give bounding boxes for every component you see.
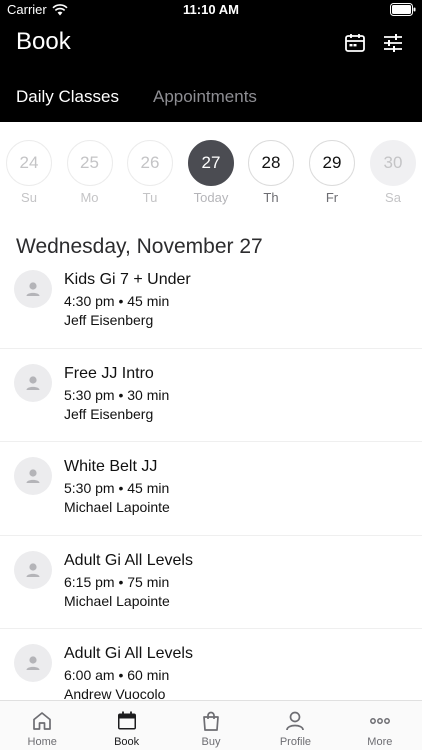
person-placeholder-icon <box>26 469 40 483</box>
app-header: Carrier 11:10 AM Book Daily Classes Appo… <box>0 0 422 122</box>
list-item[interactable]: Free JJ Intro 5:30 pm • 30 min Jeff Eise… <box>0 349 422 442</box>
tab-bar-book[interactable]: Book <box>84 701 168 750</box>
class-instructor: Jeff Eisenberg <box>64 312 154 328</box>
tab-bar-label: Buy <box>201 736 221 748</box>
home-icon <box>33 712 52 730</box>
class-name: Adult Gi All Levels <box>64 645 193 662</box>
class-list: Kids Gi 7 + Under 4:30 pm • 45 min Jeff … <box>0 255 422 723</box>
day-number: 29 <box>309 140 355 186</box>
avatar <box>14 270 52 308</box>
tab-bar-label: Profile <box>279 736 312 748</box>
calendar-icon <box>117 711 136 730</box>
day-saturday[interactable]: 30 Sa <box>369 140 417 205</box>
more-dots-icon <box>369 718 390 724</box>
class-name: Kids Gi 7 + Under <box>64 271 191 288</box>
avatar <box>14 644 52 682</box>
person-icon <box>286 711 305 731</box>
segment-tabs: Daily Classes Appointments <box>16 87 257 107</box>
date-strip: 24 Su 25 Mo 26 Tu 27 Today 28 Th 29 Fr 3… <box>0 140 422 210</box>
day-number: 25 <box>66 140 113 186</box>
class-time: 4:30 pm • 45 min <box>64 293 170 309</box>
person-placeholder-icon <box>26 282 40 296</box>
tab-daily-classes[interactable]: Daily Classes <box>16 87 119 107</box>
class-time: 6:15 pm • 75 min <box>64 573 170 590</box>
tab-bar-label: Home <box>27 736 57 748</box>
day-friday[interactable]: 29 Fr <box>308 140 356 205</box>
bottom-tab-bar: Home Book Buy Profile More <box>0 700 422 750</box>
status-bar: Carrier 11:10 AM <box>0 0 422 20</box>
day-label: Fr <box>325 190 339 205</box>
class-instructor: Michael Lapointe <box>64 592 170 609</box>
header-actions <box>344 32 404 54</box>
tab-appointments[interactable]: Appointments <box>153 87 257 107</box>
tab-bar-profile[interactable]: Profile <box>253 701 337 750</box>
class-instructor: Michael Lapointe <box>64 499 170 515</box>
day-thursday[interactable]: 28 Th <box>247 140 295 205</box>
class-name: Adult Gi All Levels <box>64 551 193 569</box>
day-number: 24 <box>6 140 52 186</box>
avatar <box>14 550 52 589</box>
day-label: Tu <box>142 190 158 205</box>
day-number: 26 <box>127 140 173 186</box>
person-placeholder-icon <box>26 562 40 577</box>
day-sunday[interactable]: 24 Su <box>5 140 53 205</box>
class-instructor: Jeff Eisenberg <box>64 405 154 422</box>
tab-bar-label: More <box>367 736 393 748</box>
day-monday[interactable]: 25 Mo <box>66 140 114 205</box>
day-label: Today <box>193 190 229 205</box>
avatar <box>14 363 52 402</box>
day-tuesday[interactable]: 26 Tu <box>126 140 174 205</box>
status-clock: 11:10 AM <box>183 2 239 17</box>
day-number: 28 <box>248 140 294 186</box>
day-label: Th <box>263 190 279 205</box>
tab-bar-buy[interactable]: Buy <box>169 701 253 750</box>
day-label: Sa <box>385 190 401 205</box>
page-title: Book <box>16 28 71 55</box>
shopping-bag-icon <box>203 711 219 731</box>
list-item[interactable]: Adult Gi All Levels 6:15 pm • 75 min Mic… <box>0 536 422 629</box>
list-item[interactable]: Kids Gi 7 + Under 4:30 pm • 45 min Jeff … <box>0 255 422 349</box>
list-item[interactable]: White Belt JJ 5:30 pm • 45 min Michael L… <box>0 442 422 536</box>
class-name: White Belt JJ <box>64 458 158 475</box>
day-label: Mo <box>80 190 99 205</box>
class-time: 5:30 pm • 30 min <box>64 386 170 403</box>
battery-icon <box>390 3 416 16</box>
class-name: Free JJ Intro <box>64 364 154 382</box>
day-number: 30 <box>370 140 416 186</box>
day-number: 27 <box>188 140 234 186</box>
person-placeholder-icon <box>26 375 40 390</box>
avatar <box>14 457 52 495</box>
class-time: 5:30 pm • 45 min <box>64 480 170 496</box>
day-label: Su <box>21 190 37 205</box>
filter-sliders-icon[interactable] <box>382 32 404 54</box>
tab-bar-more[interactable]: More <box>338 701 422 750</box>
tab-bar-label: Book <box>114 736 140 748</box>
person-placeholder-icon <box>26 656 40 670</box>
day-today[interactable]: 27 Today <box>187 140 235 205</box>
class-time: 6:00 am • 60 min <box>64 667 170 683</box>
tab-bar-home[interactable]: Home <box>0 701 84 750</box>
calendar-icon[interactable] <box>344 32 366 54</box>
